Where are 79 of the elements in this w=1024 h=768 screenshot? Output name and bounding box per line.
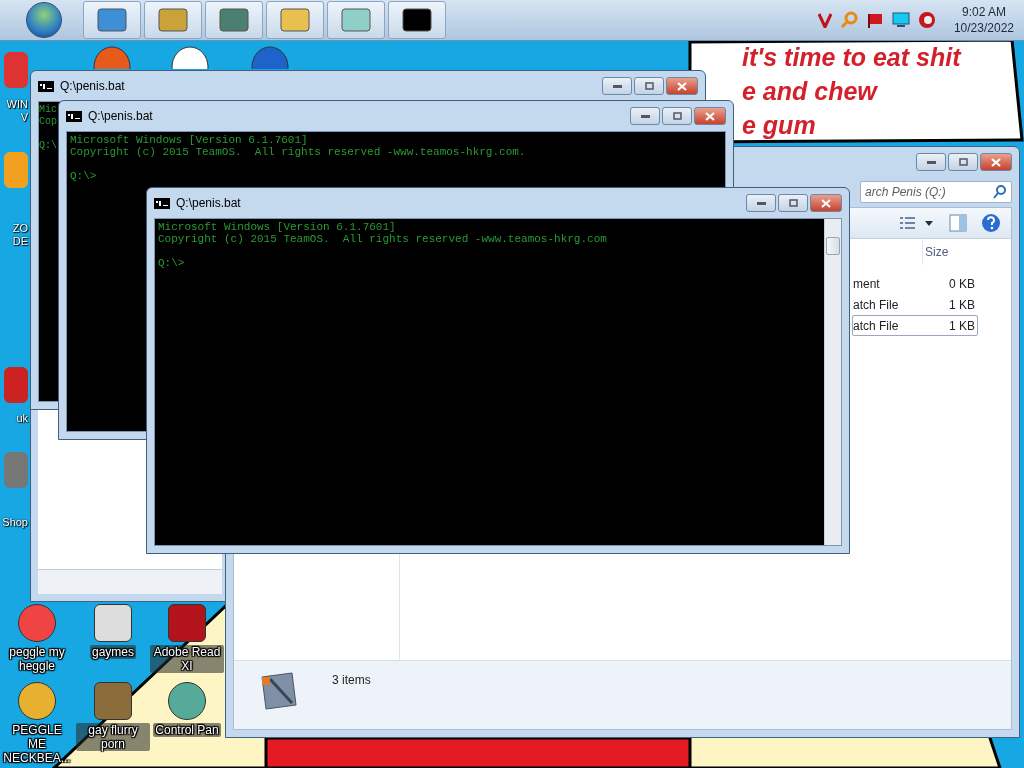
window-title: Q:\penis.bat xyxy=(176,196,241,210)
help-icon[interactable] xyxy=(981,213,1001,233)
minimize-button[interactable] xyxy=(746,194,776,212)
app-icon[interactable] xyxy=(18,682,56,720)
console-prompt: Q:\ xyxy=(39,140,57,152)
minimize-button[interactable] xyxy=(630,107,660,125)
maximize-icon xyxy=(958,158,968,166)
view-options-icon[interactable] xyxy=(899,215,935,231)
close-icon xyxy=(705,111,715,121)
file-size: 0 KB xyxy=(949,276,975,291)
minimize-button[interactable] xyxy=(916,153,946,171)
window-title: Q:\penis.bat xyxy=(60,79,125,93)
app-icon xyxy=(157,7,189,33)
app-icon[interactable] xyxy=(170,45,210,69)
close-icon xyxy=(821,198,831,208)
file-type: ment xyxy=(853,276,880,291)
file-type: atch File xyxy=(853,297,899,312)
console-prompt: Q:\> xyxy=(158,257,185,269)
maximize-button[interactable] xyxy=(778,194,808,212)
console-line: Microsoft Windows [Version 6.1.7601] xyxy=(158,221,396,233)
minimize-icon xyxy=(756,201,766,205)
console-icon xyxy=(154,197,170,209)
file-row[interactable]: ment 0 KB xyxy=(852,273,978,294)
icon-label[interactable]: Control Pan xyxy=(153,723,221,737)
app-icon[interactable] xyxy=(18,604,56,642)
file-size: 1 KB xyxy=(949,318,975,333)
file-row[interactable]: atch File 1 KB xyxy=(852,315,978,336)
close-button[interactable] xyxy=(980,153,1012,171)
app-icon xyxy=(279,7,311,33)
minimize-icon xyxy=(612,84,622,88)
clock-date[interactable]: 10/23/2022 xyxy=(953,20,1014,36)
console-icon xyxy=(66,110,82,122)
close-button[interactable] xyxy=(666,77,698,95)
flag-icon[interactable] xyxy=(865,12,884,28)
taskbar-button[interactable] xyxy=(388,1,446,39)
maximize-button[interactable] xyxy=(948,153,978,171)
console-prompt: Q:\> xyxy=(70,170,97,182)
maximize-icon xyxy=(788,199,798,207)
wallpaper-caption: e gum xyxy=(742,110,816,141)
status-text: 3 items xyxy=(332,673,371,687)
app-icon xyxy=(340,7,372,33)
minimize-icon xyxy=(640,114,650,118)
console-line: Copyright (c) 2015 TeamOS. All rights reserved -www.teamos-hkrg.com. xyxy=(70,146,526,158)
start-button[interactable] xyxy=(26,2,62,38)
file-type: atch File xyxy=(853,318,899,333)
tray-icon[interactable] xyxy=(817,12,832,28)
app-icon xyxy=(218,7,250,33)
console-icon xyxy=(38,80,54,92)
search-field[interactable]: arch Penis (Q:) xyxy=(860,181,1012,203)
minimize-icon xyxy=(926,160,936,164)
maximize-icon xyxy=(672,112,682,120)
console-line: Copyright (c) 2015 TeamOS. All rights reserved -www.teamos-hkrg.com xyxy=(158,233,607,245)
search-icon xyxy=(993,185,1007,199)
scrollbar[interactable] xyxy=(824,219,841,545)
monitor-icon[interactable] xyxy=(891,12,910,28)
app-icon xyxy=(96,7,128,33)
maximize-icon xyxy=(644,82,654,90)
maximize-button[interactable] xyxy=(662,107,692,125)
icon-label[interactable]: gaymes xyxy=(90,645,136,659)
minimize-button[interactable] xyxy=(602,77,632,95)
console-line: Microsoft Windows [Version 6.1.7601] xyxy=(70,134,308,146)
file-row[interactable]: atch File 1 KB xyxy=(852,294,978,315)
column-header[interactable]: Size xyxy=(922,239,992,265)
close-icon xyxy=(677,81,687,91)
close-button[interactable] xyxy=(810,194,842,212)
icon-label[interactable]: Adobe Read XI xyxy=(150,645,224,673)
console-line: Cop xyxy=(39,116,57,128)
console-line: Mic xyxy=(39,104,57,116)
speaker-icon[interactable] xyxy=(917,11,936,29)
maximize-button[interactable] xyxy=(634,77,664,95)
window-title: Q:\penis.bat xyxy=(88,109,153,123)
wallpaper-caption: it's time to eat shit xyxy=(742,42,961,73)
app-icon xyxy=(401,7,433,33)
wallpaper-caption: e and chew xyxy=(742,76,877,107)
clock-time[interactable]: 9:02 AM xyxy=(961,4,1006,20)
file-size: 1 KB xyxy=(949,297,975,312)
close-button[interactable] xyxy=(694,107,726,125)
close-icon xyxy=(991,157,1001,167)
app-icon[interactable] xyxy=(94,604,132,642)
